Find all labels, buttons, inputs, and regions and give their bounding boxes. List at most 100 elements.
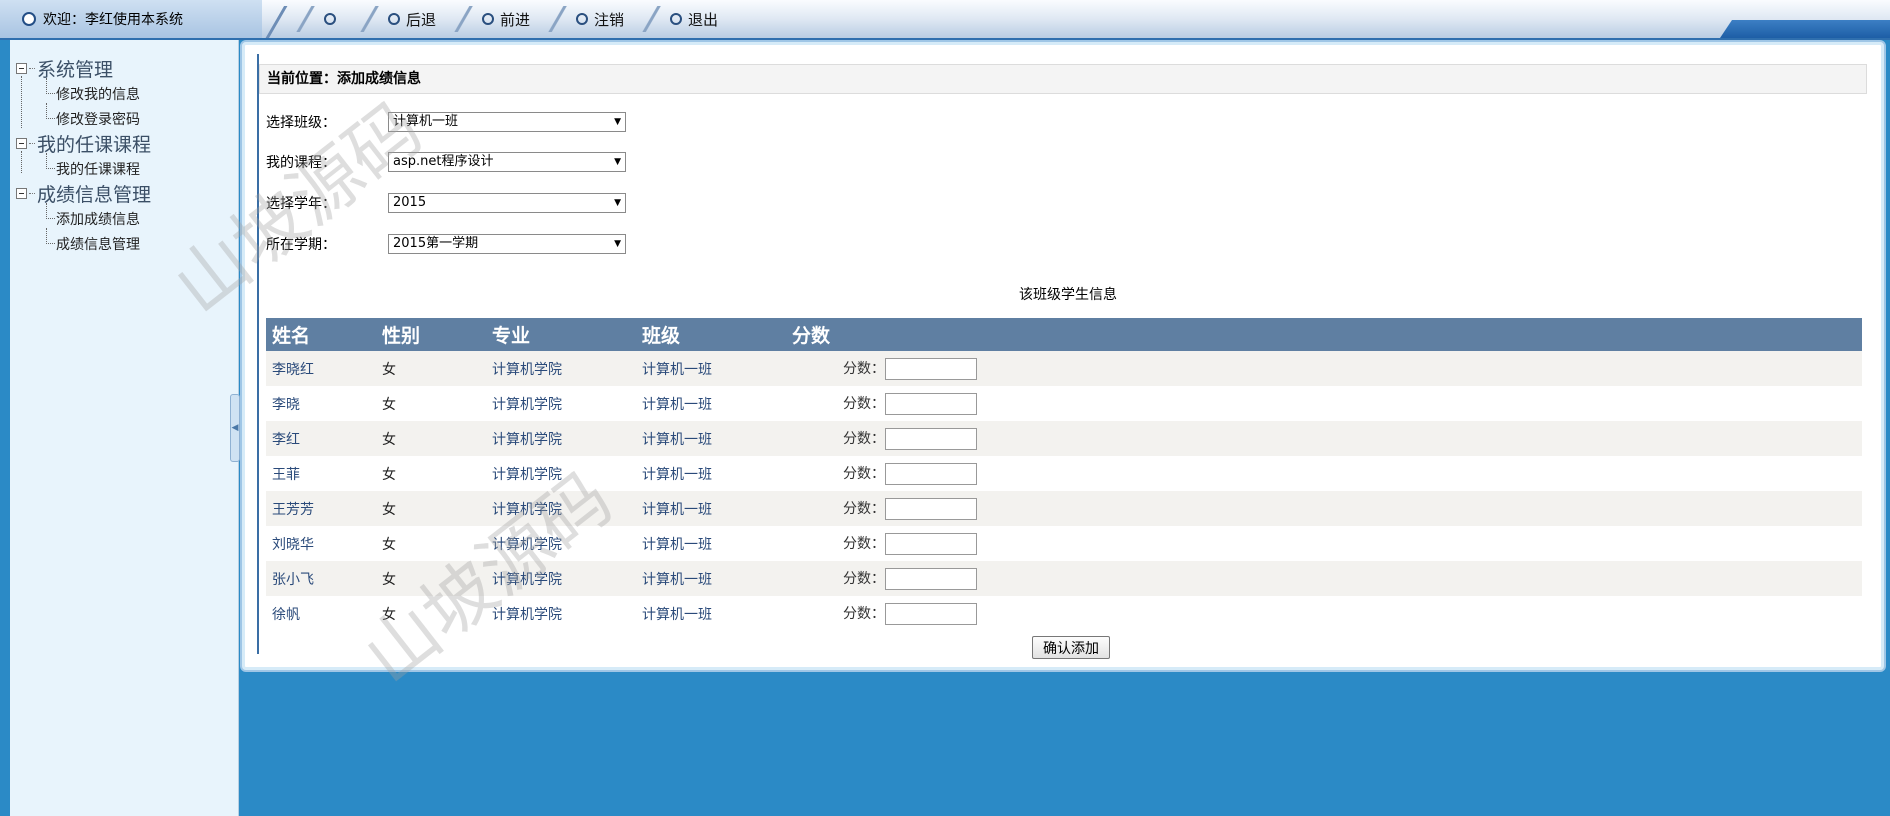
student-major: 计算机学院 [486, 526, 636, 561]
ring-icon [670, 13, 683, 25]
year-label: 选择学年： [266, 196, 336, 212]
tree-dash [29, 193, 35, 194]
header-decoration [1720, 20, 1890, 38]
student-name: 张小飞 [266, 561, 376, 596]
sidebar-item-label: 成绩信息管理 [56, 236, 140, 253]
student-sex: 女 [376, 526, 486, 561]
student-class: 计算机一班 [636, 561, 786, 596]
tree-group-courses[interactable]: 我的任课课程 [16, 131, 151, 156]
circle-icon [22, 12, 36, 26]
student-sex: 女 [376, 421, 486, 456]
class-label: 选择班级： [266, 115, 336, 131]
breadcrumb: 当前位置：添加成绩信息 [259, 64, 1867, 94]
score-cell: 分数： [786, 526, 1862, 561]
nav-logout[interactable]: 注销 [544, 0, 624, 38]
score-input[interactable] [885, 392, 977, 415]
nav-exit[interactable]: 退出 [638, 0, 718, 38]
year-select[interactable]: 2015 ▼ [388, 193, 626, 213]
sidebar-collapse-handle[interactable]: ◀ [230, 394, 240, 462]
column-header-name[interactable]: 姓名 [266, 318, 376, 351]
score-input[interactable] [885, 357, 977, 380]
student-sex: 女 [376, 386, 486, 421]
form-row-year: 选择学年： 2015 ▼ [266, 192, 626, 214]
student-class: 计算机一班 [636, 456, 786, 491]
chevron-left-icon: ◀ [231, 423, 239, 433]
score-label: 分数： [843, 570, 885, 587]
year-select-value: 2015 [393, 195, 427, 210]
nav-home[interactable] [292, 0, 342, 38]
nav-back[interactable]: 后退 [356, 0, 436, 38]
top-nav: 后退 前进 注销 退出 [292, 0, 732, 38]
score-input[interactable] [885, 567, 977, 590]
form-row-term: 所在学期： 2015第一学期 ▼ [266, 233, 626, 255]
tree-group-system[interactable]: 系统管理 [16, 56, 151, 81]
table-row: 徐帆女计算机学院 计算机一班 分数： [266, 596, 1862, 631]
student-major: 计算机学院 [486, 456, 636, 491]
nav-logout-label: 注销 [594, 10, 625, 29]
sidebar-item-edit-info[interactable]: 修改我的信息 [16, 78, 151, 106]
score-input[interactable] [885, 427, 977, 450]
student-major: 计算机学院 [486, 351, 636, 386]
dropdown-arrow-icon: ▼ [614, 117, 621, 127]
sidebar-item-edit-password[interactable]: 修改登录密码 [16, 103, 151, 131]
form-row-course: 我的课程： asp.net程序设计 ▼ [266, 151, 626, 173]
student-sex: 女 [376, 491, 486, 526]
table-row: 李晓红女计算机学院 计算机一班 分数： [266, 351, 1862, 386]
column-header-major[interactable]: 专业 [486, 318, 636, 351]
student-major: 计算机学院 [486, 561, 636, 596]
separator [262, 6, 292, 38]
tree-group-grades[interactable]: 成绩信息管理 [16, 181, 151, 206]
dropdown-arrow-icon: ▼ [614, 239, 621, 249]
nav-exit-label: 退出 [688, 10, 719, 29]
score-input[interactable] [885, 497, 977, 520]
student-major: 计算机学院 [486, 421, 636, 456]
score-label: 分数： [843, 430, 885, 447]
table-row: 李晓女计算机学院 计算机一班 分数： [266, 386, 1862, 421]
score-input[interactable] [885, 602, 977, 625]
sidebar-item-label: 修改登录密码 [56, 111, 140, 128]
table-header-row: 姓名 性别 专业 班级 分数 [266, 318, 1862, 351]
sidebar-item-my-courses[interactable]: 我的任课课程 [16, 153, 151, 181]
term-select[interactable]: 2015第一学期 ▼ [388, 234, 626, 254]
collapse-icon[interactable] [16, 63, 27, 74]
slash-divider [450, 6, 479, 32]
course-select-value: asp.net程序设计 [393, 154, 494, 169]
score-input[interactable] [885, 462, 977, 485]
collapse-icon[interactable] [16, 138, 27, 149]
top-bar: 欢迎：李红使用本系统 后退 前进 注销 退出 [0, 0, 1890, 40]
student-class: 计算机一班 [636, 386, 786, 421]
ring-icon [388, 13, 400, 25]
tree-dash [29, 143, 35, 144]
ring-icon [576, 13, 589, 25]
slash-divider [544, 6, 573, 32]
tree-elbow [46, 78, 55, 94]
sidebar: 系统管理 修改我的信息 修改登录密码 我的任课课程 我的任课课程 成绩信息管理 … [10, 40, 239, 816]
nav-forward[interactable]: 前进 [450, 0, 530, 38]
form-row-class: 选择班级： 计算机一班 ▼ [266, 111, 626, 133]
student-sex: 女 [376, 456, 486, 491]
score-cell: 分数： [786, 421, 1862, 456]
student-name: 李晓 [266, 386, 376, 421]
confirm-add-button[interactable]: 确认添加 [1032, 636, 1110, 659]
score-cell: 分数： [786, 596, 1862, 631]
score-input[interactable] [885, 532, 977, 555]
class-select[interactable]: 计算机一班 ▼ [388, 112, 626, 132]
student-name: 李晓红 [266, 351, 376, 386]
tree-elbow [46, 103, 55, 119]
column-header-class[interactable]: 班级 [636, 318, 786, 351]
score-label: 分数： [843, 500, 885, 517]
tree-elbow [46, 228, 55, 244]
tree-elbow [46, 203, 55, 219]
table-row: 刘晓华女计算机学院 计算机一班 分数： [266, 526, 1862, 561]
course-select[interactable]: asp.net程序设计 ▼ [388, 152, 626, 172]
student-table: 姓名 性别 专业 班级 分数 李晓红女计算机学院 计算机一班 分数： 李晓女计算机学院… [266, 318, 1862, 631]
column-header-sex[interactable]: 性别 [376, 318, 486, 351]
collapse-icon[interactable] [16, 188, 27, 199]
column-header-score[interactable]: 分数 [786, 318, 1862, 351]
tree-elbow [46, 153, 55, 169]
sidebar-item-add-grades[interactable]: 添加成绩信息 [16, 203, 151, 231]
table-row: 王芳芳女计算机学院 计算机一班 分数： [266, 491, 1862, 526]
score-label: 分数： [843, 605, 885, 622]
sidebar-item-manage-grades[interactable]: 成绩信息管理 [16, 228, 151, 256]
slash-divider [356, 6, 384, 32]
